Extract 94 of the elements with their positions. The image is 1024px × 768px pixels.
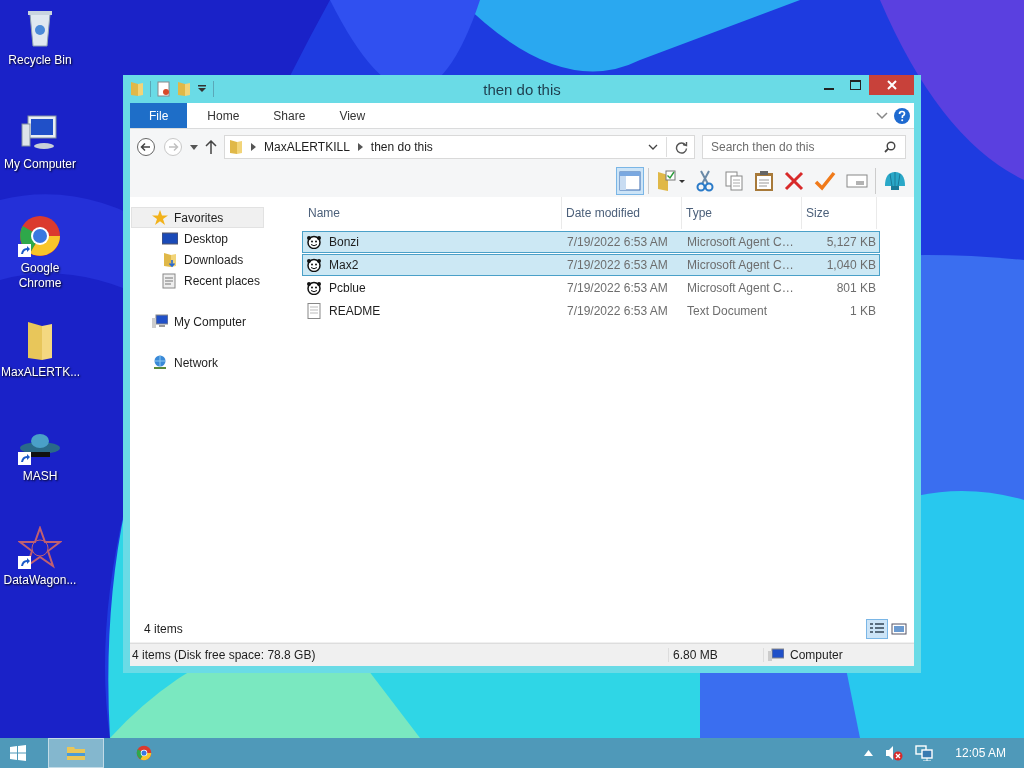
dropdown-icon[interactable]: [197, 84, 207, 94]
nav-item[interactable]: Recent places: [131, 270, 264, 291]
browser-icon: [136, 745, 152, 761]
picture-frame-icon: [891, 622, 907, 636]
nav-item-label: Recent places: [184, 273, 261, 288]
address-bar[interactable]: MaxALERTKILL then do this: [224, 135, 695, 159]
date-cell-text: 7/19/2022 6:53 AM: [566, 258, 669, 272]
maximize-icon: [850, 80, 861, 90]
nav-item-label: My Computer: [174, 314, 247, 329]
file-row[interactable]: Pcblue 7/19/2022 6:53 AM Microsoft Agent C… 801 KB: [302, 277, 880, 299]
file-name: Max2: [329, 258, 359, 272]
file-row[interactable]: README 7/19/2022 6:53 AM Text Document 1 KB: [302, 300, 880, 322]
column-header[interactable]: Name: [302, 197, 562, 229]
type-cell-text: Microsoft Agent C…: [686, 281, 795, 295]
breadcrumb[interactable]: then do this: [370, 140, 433, 154]
details-view-button[interactable]: [866, 619, 888, 639]
close-button[interactable]: [869, 75, 914, 95]
status-size: 6.80 MB: [668, 648, 763, 662]
window-title: then do this: [483, 80, 561, 98]
back-button[interactable]: [136, 137, 156, 157]
caret-icon[interactable]: [190, 144, 198, 150]
desktop-icon-label[interactable]: MASH: [1, 469, 79, 484]
nav-item-highlighted[interactable]: Favorites: [131, 207, 264, 228]
size-cell-text: 5,127 KB: [825, 235, 877, 249]
date-cell-text: 7/19/2022 6:53 AM: [566, 235, 669, 249]
search-field[interactable]: Search then do this: [702, 135, 906, 159]
size-cell-text: 1,040 KB: [825, 258, 877, 272]
desktop-icon-label[interactable]: Recycle Bin: [1, 53, 79, 68]
type-cell-text: Microsoft Agent C…: [686, 235, 795, 249]
size-cell-text: 801 KB: [835, 281, 877, 295]
computer-icon: [768, 648, 784, 662]
preview-pane-button[interactable]: [616, 167, 644, 195]
ribbon-tab[interactable]: View: [325, 103, 380, 128]
item-count: 4 items: [144, 622, 183, 636]
desktop-icon-label[interactable]: MaxALERTK...: [1, 365, 79, 380]
folder-icon: [66, 745, 86, 761]
refresh-icon[interactable]: [675, 140, 688, 154]
chevron-down-icon[interactable]: [648, 144, 658, 150]
date-cell-text: 7/19/2022 6:53 AM: [566, 304, 669, 318]
nav-item[interactable]: Network: [131, 352, 264, 373]
desktop-icon: [162, 232, 178, 245]
tray-expand-icon[interactable]: [864, 750, 874, 756]
ribbon-tab[interactable]: Home: [193, 103, 254, 128]
up-arrow-icon[interactable]: [205, 140, 217, 154]
column-header[interactable]: Type: [682, 197, 802, 229]
monkey-face-icon: [307, 281, 321, 295]
column-header[interactable]: Date modified: [562, 197, 682, 229]
network-icon[interactable]: [915, 745, 934, 761]
nav-item[interactable]: My Computer: [131, 311, 264, 332]
file-name: Pcblue: [329, 281, 366, 295]
nav-item[interactable]: Desktop: [131, 228, 264, 249]
close-icon: [886, 80, 897, 90]
nav-item-label: Favorites: [174, 210, 224, 225]
windows-icon: [10, 745, 26, 761]
folder-icon: [162, 251, 178, 268]
size-cell-text: 1 KB: [849, 304, 877, 318]
star-icon: [152, 210, 168, 225]
monkey-face-icon: [307, 235, 321, 249]
breadcrumb-arrow-icon[interactable]: [251, 143, 256, 151]
desktop-icon-label[interactable]: DataWagon...: [1, 573, 79, 588]
ribbon-tab[interactable]: File: [130, 103, 188, 128]
document-icon: [307, 303, 321, 319]
details-list-icon: [869, 622, 885, 636]
recent-places-icon: [162, 272, 178, 289]
nav-item-label: Desktop: [184, 231, 229, 246]
file-name: README: [329, 304, 381, 318]
date-cell-text: 7/19/2022 6:53 AM: [566, 281, 669, 295]
nav-item-label: Network: [174, 355, 218, 370]
desktop-icon-label[interactable]: My Computer: [1, 157, 79, 172]
computer-icon: [152, 314, 168, 329]
status-summary: 4 items (Disk free space: 78.8 GB): [131, 648, 317, 662]
search-icon: [884, 141, 896, 153]
file-row[interactable]: Max2 7/19/2022 6:53 AM Microsoft Agent C… 1,040 KB: [302, 254, 880, 276]
file-row[interactable]: Bonzi 7/19/2022 6:53 AM Microsoft Agent C… 5,127 KB: [302, 231, 880, 253]
monkey-face-icon: [307, 258, 321, 272]
minimize-icon: [823, 88, 834, 90]
browser-icon[interactable]: [18, 214, 62, 258]
speaker-muted-icon[interactable]: [885, 745, 904, 761]
folder-icon: [229, 139, 243, 155]
desktop-icon-label[interactable]: Google Chrome: [1, 261, 79, 291]
breadcrumb-arrow-icon[interactable]: [357, 143, 363, 151]
star-pattern-icon[interactable]: [18, 526, 62, 570]
type-cell-text: Microsoft Agent C…: [686, 258, 795, 272]
network-icon: [152, 355, 168, 370]
type-cell-text: Text Document: [686, 304, 769, 318]
file-name: Bonzi: [329, 235, 360, 249]
help-icon[interactable]: [894, 107, 910, 124]
status-location: Computer: [790, 648, 843, 662]
properties-icon[interactable]: [157, 81, 171, 97]
nav-item-label: Downloads: [184, 252, 244, 267]
nav-item[interactable]: Downloads: [131, 249, 264, 270]
breadcrumb[interactable]: MaxALERTKILL: [264, 140, 350, 154]
ribbon-tab[interactable]: Share: [259, 103, 320, 128]
column-header[interactable]: Size: [802, 197, 877, 229]
